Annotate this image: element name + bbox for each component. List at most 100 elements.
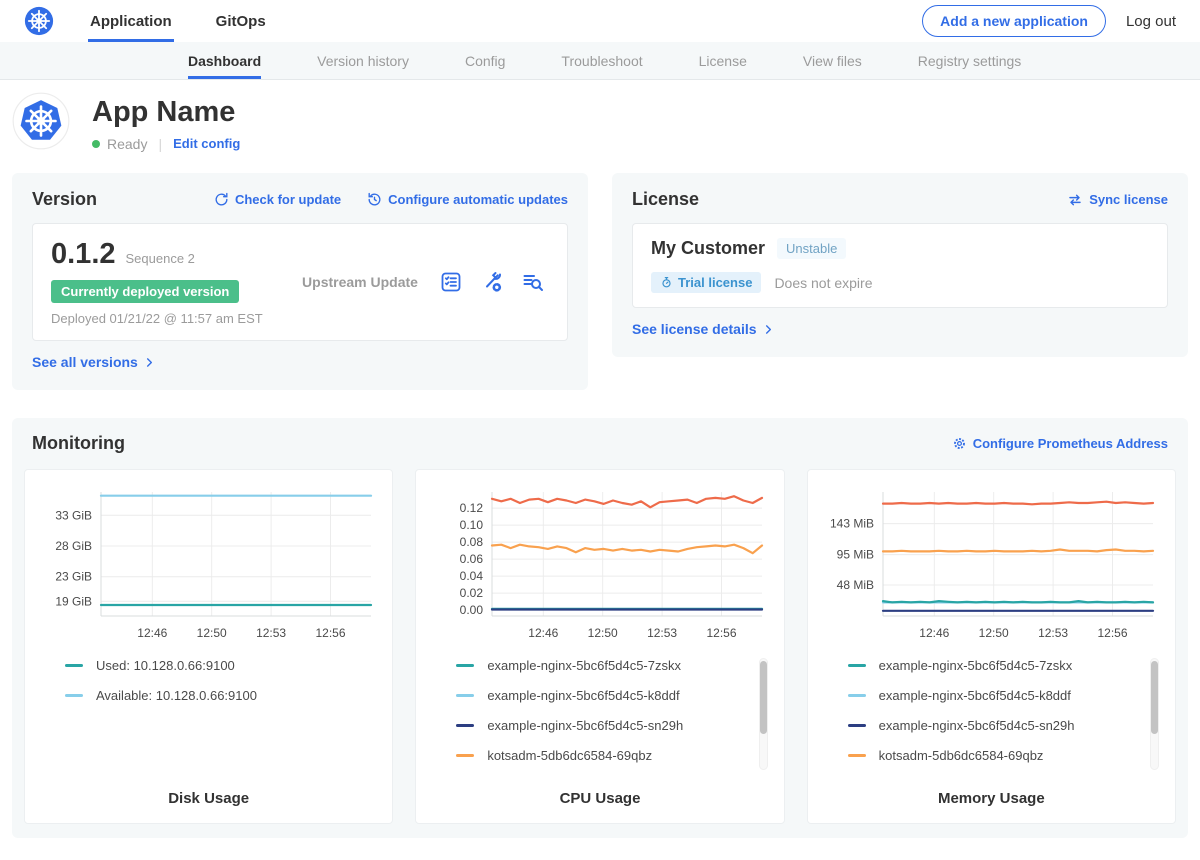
chart-area: 0.000.020.040.060.080.100.1212:4612:5012… xyxy=(426,482,773,642)
chart-legend: Used: 10.128.0.66:9100Available: 10.128.… xyxy=(65,658,382,772)
topnav-item-application[interactable]: Application xyxy=(88,0,174,42)
chart-title: CPU Usage xyxy=(426,790,773,807)
stopwatch-icon xyxy=(660,276,673,289)
legend-swatch xyxy=(65,664,83,667)
legend-label: example-nginx-5bc6f5d4c5-k8ddf xyxy=(879,688,1071,703)
legend-label: example-nginx-5bc6f5d4c5-7zskx xyxy=(879,658,1073,673)
svg-text:0.12: 0.12 xyxy=(460,501,484,515)
page-title: App Name xyxy=(92,96,240,129)
svg-text:12:56: 12:56 xyxy=(706,626,736,640)
legend-swatch xyxy=(848,724,866,727)
svg-text:12:50: 12:50 xyxy=(588,626,618,640)
check-for-update-button[interactable]: Check for update xyxy=(214,192,341,207)
tab-registry-settings[interactable]: Registry settings xyxy=(918,42,1021,79)
svg-text:12:46: 12:46 xyxy=(137,626,167,640)
legend-item: Used: 10.128.0.66:9100 xyxy=(65,658,348,673)
configure-prometheus-button[interactable]: Configure Prometheus Address xyxy=(952,436,1168,451)
see-license-details-link[interactable]: See license details xyxy=(632,321,774,337)
gear-icon xyxy=(952,436,967,451)
legend-scrollbar[interactable] xyxy=(759,658,768,770)
tab-troubleshoot[interactable]: Troubleshoot xyxy=(561,42,642,79)
tab-license[interactable]: License xyxy=(699,42,747,79)
status-text: Ready xyxy=(107,136,147,152)
memory-usage-chart: 48 MiB95 MiB143 MiB12:4612:5012:5312:56 xyxy=(819,482,1163,642)
version-number: 0.1.2 xyxy=(51,238,116,271)
svg-text:0.10: 0.10 xyxy=(460,518,484,532)
legend-item: example-nginx-5bc6f5d4c5-sn29h xyxy=(848,718,1131,733)
see-all-versions-link[interactable]: See all versions xyxy=(32,354,155,370)
svg-text:12:53: 12:53 xyxy=(647,626,677,640)
customer-name: My Customer xyxy=(651,238,765,259)
legend-item: example-nginx-5bc6f5d4c5-sn29h xyxy=(456,718,739,733)
deployed-timestamp: Deployed 01/21/22 @ 11:57 am EST xyxy=(51,311,281,326)
legend-item: example-nginx-5bc6f5d4c5-k8ddf xyxy=(848,688,1131,703)
version-panel: Version Check for update xyxy=(12,173,588,390)
legend-label: example-nginx-5bc6f5d4c5-7zskx xyxy=(487,658,681,673)
chart-title: Memory Usage xyxy=(818,790,1165,807)
legend-swatch xyxy=(456,694,474,697)
configure-automatic-updates-label: Configure automatic updates xyxy=(388,192,568,207)
top-nav: Application GitOps Add a new application … xyxy=(0,0,1200,42)
license-panel-title: License xyxy=(632,189,699,210)
legend-label: example-nginx-5bc6f5d4c5-sn29h xyxy=(879,718,1075,733)
version-source: Upstream Update xyxy=(281,274,439,290)
add-new-application-button[interactable]: Add a new application xyxy=(922,5,1106,37)
svg-text:12:46: 12:46 xyxy=(920,626,950,640)
legend-swatch xyxy=(65,694,83,697)
trial-license-label: Trial license xyxy=(678,275,752,290)
svg-text:0.02: 0.02 xyxy=(460,586,484,600)
legend-label: kotsadm-5db6dc6584-69qbz xyxy=(487,748,652,763)
svg-text:23 GiB: 23 GiB xyxy=(55,570,92,584)
svg-text:12:53: 12:53 xyxy=(1038,626,1068,640)
current-version-card: 0.1.2 Sequence 2 Currently deployed vers… xyxy=(32,223,568,341)
chart-area: 19 GiB23 GiB28 GiB33 GiB12:4612:5012:531… xyxy=(35,482,382,642)
divider: | xyxy=(158,136,162,152)
configure-prometheus-label: Configure Prometheus Address xyxy=(973,436,1168,451)
kubernetes-logo-icon xyxy=(24,0,54,42)
logout-button[interactable]: Log out xyxy=(1126,13,1176,30)
tab-config[interactable]: Config xyxy=(465,42,505,79)
trial-license-badge: Trial license xyxy=(651,272,761,293)
legend-scrollbar-thumb[interactable] xyxy=(760,661,767,734)
svg-text:0.08: 0.08 xyxy=(460,535,484,549)
chevron-right-icon xyxy=(763,324,774,335)
legend-swatch xyxy=(848,754,866,757)
see-license-details-label: See license details xyxy=(632,321,757,337)
tab-view-files[interactable]: View files xyxy=(803,42,862,79)
cpu-usage-chart: 0.000.020.040.060.080.100.1212:4612:5012… xyxy=(428,482,772,642)
svg-text:12:56: 12:56 xyxy=(1098,626,1128,640)
legend-swatch xyxy=(456,664,474,667)
config-wrench-gear-icon[interactable] xyxy=(480,270,504,294)
sync-arrows-icon xyxy=(1067,192,1083,208)
tab-version-history[interactable]: Version history xyxy=(317,42,409,79)
license-card: My Customer Unstable Trial license Does … xyxy=(632,223,1168,308)
svg-text:0.04: 0.04 xyxy=(460,569,484,583)
version-sequence: Sequence 2 xyxy=(126,251,195,266)
svg-text:143 MiB: 143 MiB xyxy=(830,517,874,531)
charts-row: 19 GiB23 GiB28 GiB33 GiB12:4612:5012:531… xyxy=(24,469,1176,824)
release-notes-icon[interactable] xyxy=(439,270,463,294)
svg-text:12:50: 12:50 xyxy=(196,626,226,640)
svg-text:48 MiB: 48 MiB xyxy=(837,578,874,592)
tab-dashboard[interactable]: Dashboard xyxy=(188,42,261,79)
topnav-item-gitops[interactable]: GitOps xyxy=(214,0,268,42)
app-tabs-nav: Dashboard Version history Config Troublesho… xyxy=(0,42,1200,80)
legend-item: example-nginx-5bc6f5d4c5-7zskx xyxy=(848,658,1131,673)
refresh-icon xyxy=(214,192,229,207)
legend-scrollbar[interactable] xyxy=(1150,658,1159,770)
edit-config-link[interactable]: Edit config xyxy=(173,136,240,151)
svg-text:0.06: 0.06 xyxy=(460,552,484,566)
channel-badge: Unstable xyxy=(777,238,846,259)
auto-update-clock-icon xyxy=(367,192,382,207)
topnav-right: Add a new application Log out xyxy=(922,0,1176,42)
configure-automatic-updates-button[interactable]: Configure automatic updates xyxy=(367,192,568,207)
deployed-badge: Currently deployed version xyxy=(51,280,239,303)
legend-scrollbar-thumb[interactable] xyxy=(1151,661,1158,734)
sync-license-label: Sync license xyxy=(1089,192,1168,207)
monitoring-panel: Monitoring Configure Prometheus Address … xyxy=(12,418,1188,838)
sync-license-button[interactable]: Sync license xyxy=(1067,192,1168,208)
app-logo xyxy=(12,92,70,155)
view-diff-icon[interactable] xyxy=(521,270,545,294)
chart-card: 0.000.020.040.060.080.100.1212:4612:5012… xyxy=(415,469,784,824)
svg-text:0.00: 0.00 xyxy=(460,603,484,617)
